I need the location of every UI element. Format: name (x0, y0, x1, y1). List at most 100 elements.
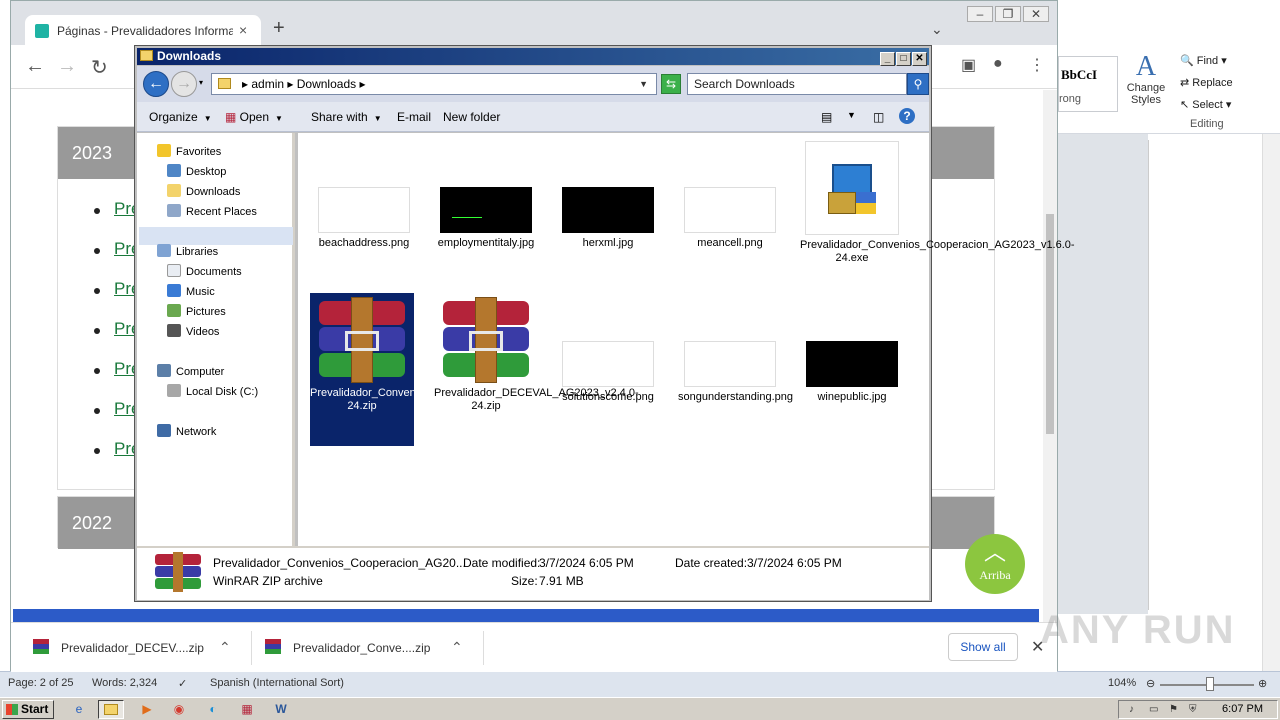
file-item[interactable]: solutionscome.png (556, 341, 660, 404)
share-with-button[interactable]: Share with ▼ (311, 110, 382, 124)
nav-downloads[interactable]: Downloads (167, 183, 240, 201)
system-tray: ♪ ▭ ⚑ ⛨ 6:07 PM (1118, 700, 1278, 719)
volume-icon[interactable]: ♪ (1129, 704, 1141, 716)
nav-desktop[interactable]: Desktop (167, 163, 226, 181)
security-icon[interactable]: ⛨ (1189, 704, 1201, 716)
profile-avatar-icon[interactable]: ● (993, 55, 1003, 73)
chrome-icon[interactable]: ◉ (166, 700, 192, 719)
image-thumbnail (440, 187, 532, 233)
preview-pane-icon[interactable]: ◫ (873, 110, 884, 124)
minimize-icon[interactable]: – (967, 6, 993, 22)
edge-icon[interactable]: ◐ (200, 700, 226, 719)
nav-videos[interactable]: Videos (167, 323, 219, 341)
address-dropdown-icon[interactable]: ▼ (639, 74, 648, 94)
page-scrollbar[interactable] (1043, 90, 1057, 622)
nav-pictures[interactable]: Pictures (167, 303, 226, 321)
styles-gallery[interactable]: BbCcI rong (1058, 56, 1118, 112)
nav-network[interactable]: Network (157, 423, 216, 441)
ie-icon[interactable]: e (66, 700, 92, 719)
change-styles-button[interactable]: A Change Styles (1124, 52, 1168, 107)
close-icon[interactable]: ✕ (1023, 6, 1049, 22)
close-icon[interactable]: ✕ (912, 52, 927, 66)
help-icon[interactable]: ? (899, 108, 915, 124)
file-name: winepublic.jpg (817, 391, 887, 403)
show-all-button[interactable]: Show all (948, 633, 1018, 661)
organize-button[interactable]: Organize ▼ (149, 110, 212, 124)
language-label[interactable]: Spanish (International Sort) (210, 677, 344, 689)
browser-tab[interactable]: Páginas - Prevalidadores Informacion × (25, 15, 261, 47)
explorer-title-bar[interactable]: Downloads _ □ ✕ (137, 48, 929, 66)
word-icon[interactable]: W (268, 700, 294, 719)
address-box[interactable]: ▸ admin ▸ Downloads ▸ ▼ (211, 73, 657, 95)
chevron-down-icon[interactable]: ▼ (847, 110, 856, 120)
desktop-icon (167, 164, 181, 177)
forward-arrow-icon[interactable]: → (57, 55, 77, 78)
zoom-out-icon[interactable]: ⊖ (1146, 677, 1155, 690)
search-icon[interactable]: ⚲ (907, 73, 929, 95)
replace-button[interactable]: ⇄ Replace (1180, 74, 1250, 96)
file-item[interactable]: employmentitaly.jpg (434, 187, 538, 250)
zoom-in-icon[interactable]: ⊕ (1258, 677, 1267, 690)
file-item[interactable]: beachaddress.png (312, 187, 416, 250)
action-center-icon[interactable]: ⚑ (1169, 704, 1181, 716)
nav-documents[interactable]: Documents (167, 263, 242, 281)
search-input[interactable]: Search Downloads (687, 73, 907, 95)
start-button[interactable]: Start (2, 700, 54, 719)
reload-icon[interactable]: ↻ (91, 55, 108, 80)
refresh-icon[interactable]: ⇆ (661, 74, 681, 94)
email-button[interactable]: E-mail (397, 110, 431, 124)
restore-icon[interactable]: ❐ (995, 6, 1021, 22)
tab-search-chevron-icon[interactable]: ⌄ (931, 21, 943, 38)
winrar-icon (265, 639, 281, 655)
back-arrow-icon[interactable]: ← (143, 71, 169, 97)
nav-favorites[interactable]: Favorites (157, 143, 221, 161)
page-count[interactable]: Page: 2 of 25 (8, 677, 73, 689)
file-item-selected[interactable]: Prevalidador_Convenios_Cooperacion_AG202… (310, 293, 585, 446)
breadcrumb-downloads[interactable]: Downloads (297, 77, 356, 91)
file-item[interactable]: winepublic.jpg (800, 341, 904, 404)
download-item[interactable]: Prevalidador_DECEV....zip ⌃ (33, 635, 247, 661)
tab-close-icon[interactable]: × (239, 22, 247, 38)
nav-music[interactable]: Music (167, 283, 215, 301)
minimize-icon[interactable]: _ (880, 52, 895, 66)
nav-libraries[interactable]: Libraries (157, 243, 218, 261)
word-vertical-scrollbar[interactable] (1262, 134, 1280, 674)
file-item[interactable]: Prevalidador_DECEVAL_AG2023_v2.4.0-24.zi… (434, 297, 639, 413)
network-tray-icon[interactable]: ▭ (1149, 704, 1161, 716)
menu-kebab-icon[interactable]: ⋮ (1029, 55, 1045, 75)
file-item[interactable]: Prevalidador_Convenios_Cooperacion_AG202… (800, 141, 1075, 265)
new-tab-icon[interactable]: + (273, 18, 285, 38)
side-panel-icon[interactable]: ▣ (961, 55, 976, 75)
media-player-icon[interactable]: ▶ (134, 700, 160, 719)
zoom-level[interactable]: 104% (1108, 677, 1136, 689)
view-options-icon[interactable]: ▤ (821, 110, 832, 124)
forward-arrow-icon[interactable]: → (171, 71, 197, 97)
proofing-icon[interactable]: ✓ (178, 677, 187, 690)
address-bar-area: ← → ▾ ▸ admin ▸ Downloads ▸ ▼ ⇆ Search D… (137, 66, 929, 102)
maximize-icon[interactable]: □ (896, 52, 911, 66)
document-page[interactable] (1148, 140, 1260, 610)
file-item[interactable]: herxml.jpg (556, 187, 660, 250)
file-item[interactable]: meancell.png (678, 187, 782, 250)
image-thumbnail (562, 341, 654, 387)
explorer-folder-icon[interactable] (98, 700, 124, 719)
history-dropdown-icon[interactable]: ▾ (199, 78, 203, 87)
select-button[interactable]: ↖ Select ▾ (1180, 96, 1250, 118)
back-arrow-icon[interactable]: ← (25, 55, 45, 78)
word-count[interactable]: Words: 2,324 (92, 677, 157, 689)
find-button[interactable]: 🔍 Find ▾ (1180, 52, 1250, 74)
winrar-icon[interactable]: ▦ (234, 700, 260, 719)
nav-recent-places[interactable]: Recent Places (167, 203, 257, 221)
chevron-up-icon[interactable]: ⌃ (219, 639, 231, 656)
file-item[interactable]: songunderstanding.png (678, 341, 793, 404)
clock[interactable]: 6:07 PM (1222, 703, 1263, 715)
download-item[interactable]: Prevalidador_Conve....zip ⌃ (265, 635, 479, 661)
chevron-up-icon[interactable]: ⌃ (451, 639, 463, 656)
nav-computer[interactable]: Computer (157, 363, 224, 381)
breadcrumb-admin[interactable]: admin (251, 77, 284, 91)
back-to-top-button[interactable]: ︿ Arriba (965, 534, 1025, 594)
zoom-slider-handle[interactable] (1206, 677, 1214, 691)
nav-local-disk[interactable]: Local Disk (C:) (167, 383, 258, 401)
new-folder-button[interactable]: New folder (443, 110, 500, 124)
open-button[interactable]: ▦ Open ▼ (225, 110, 283, 124)
